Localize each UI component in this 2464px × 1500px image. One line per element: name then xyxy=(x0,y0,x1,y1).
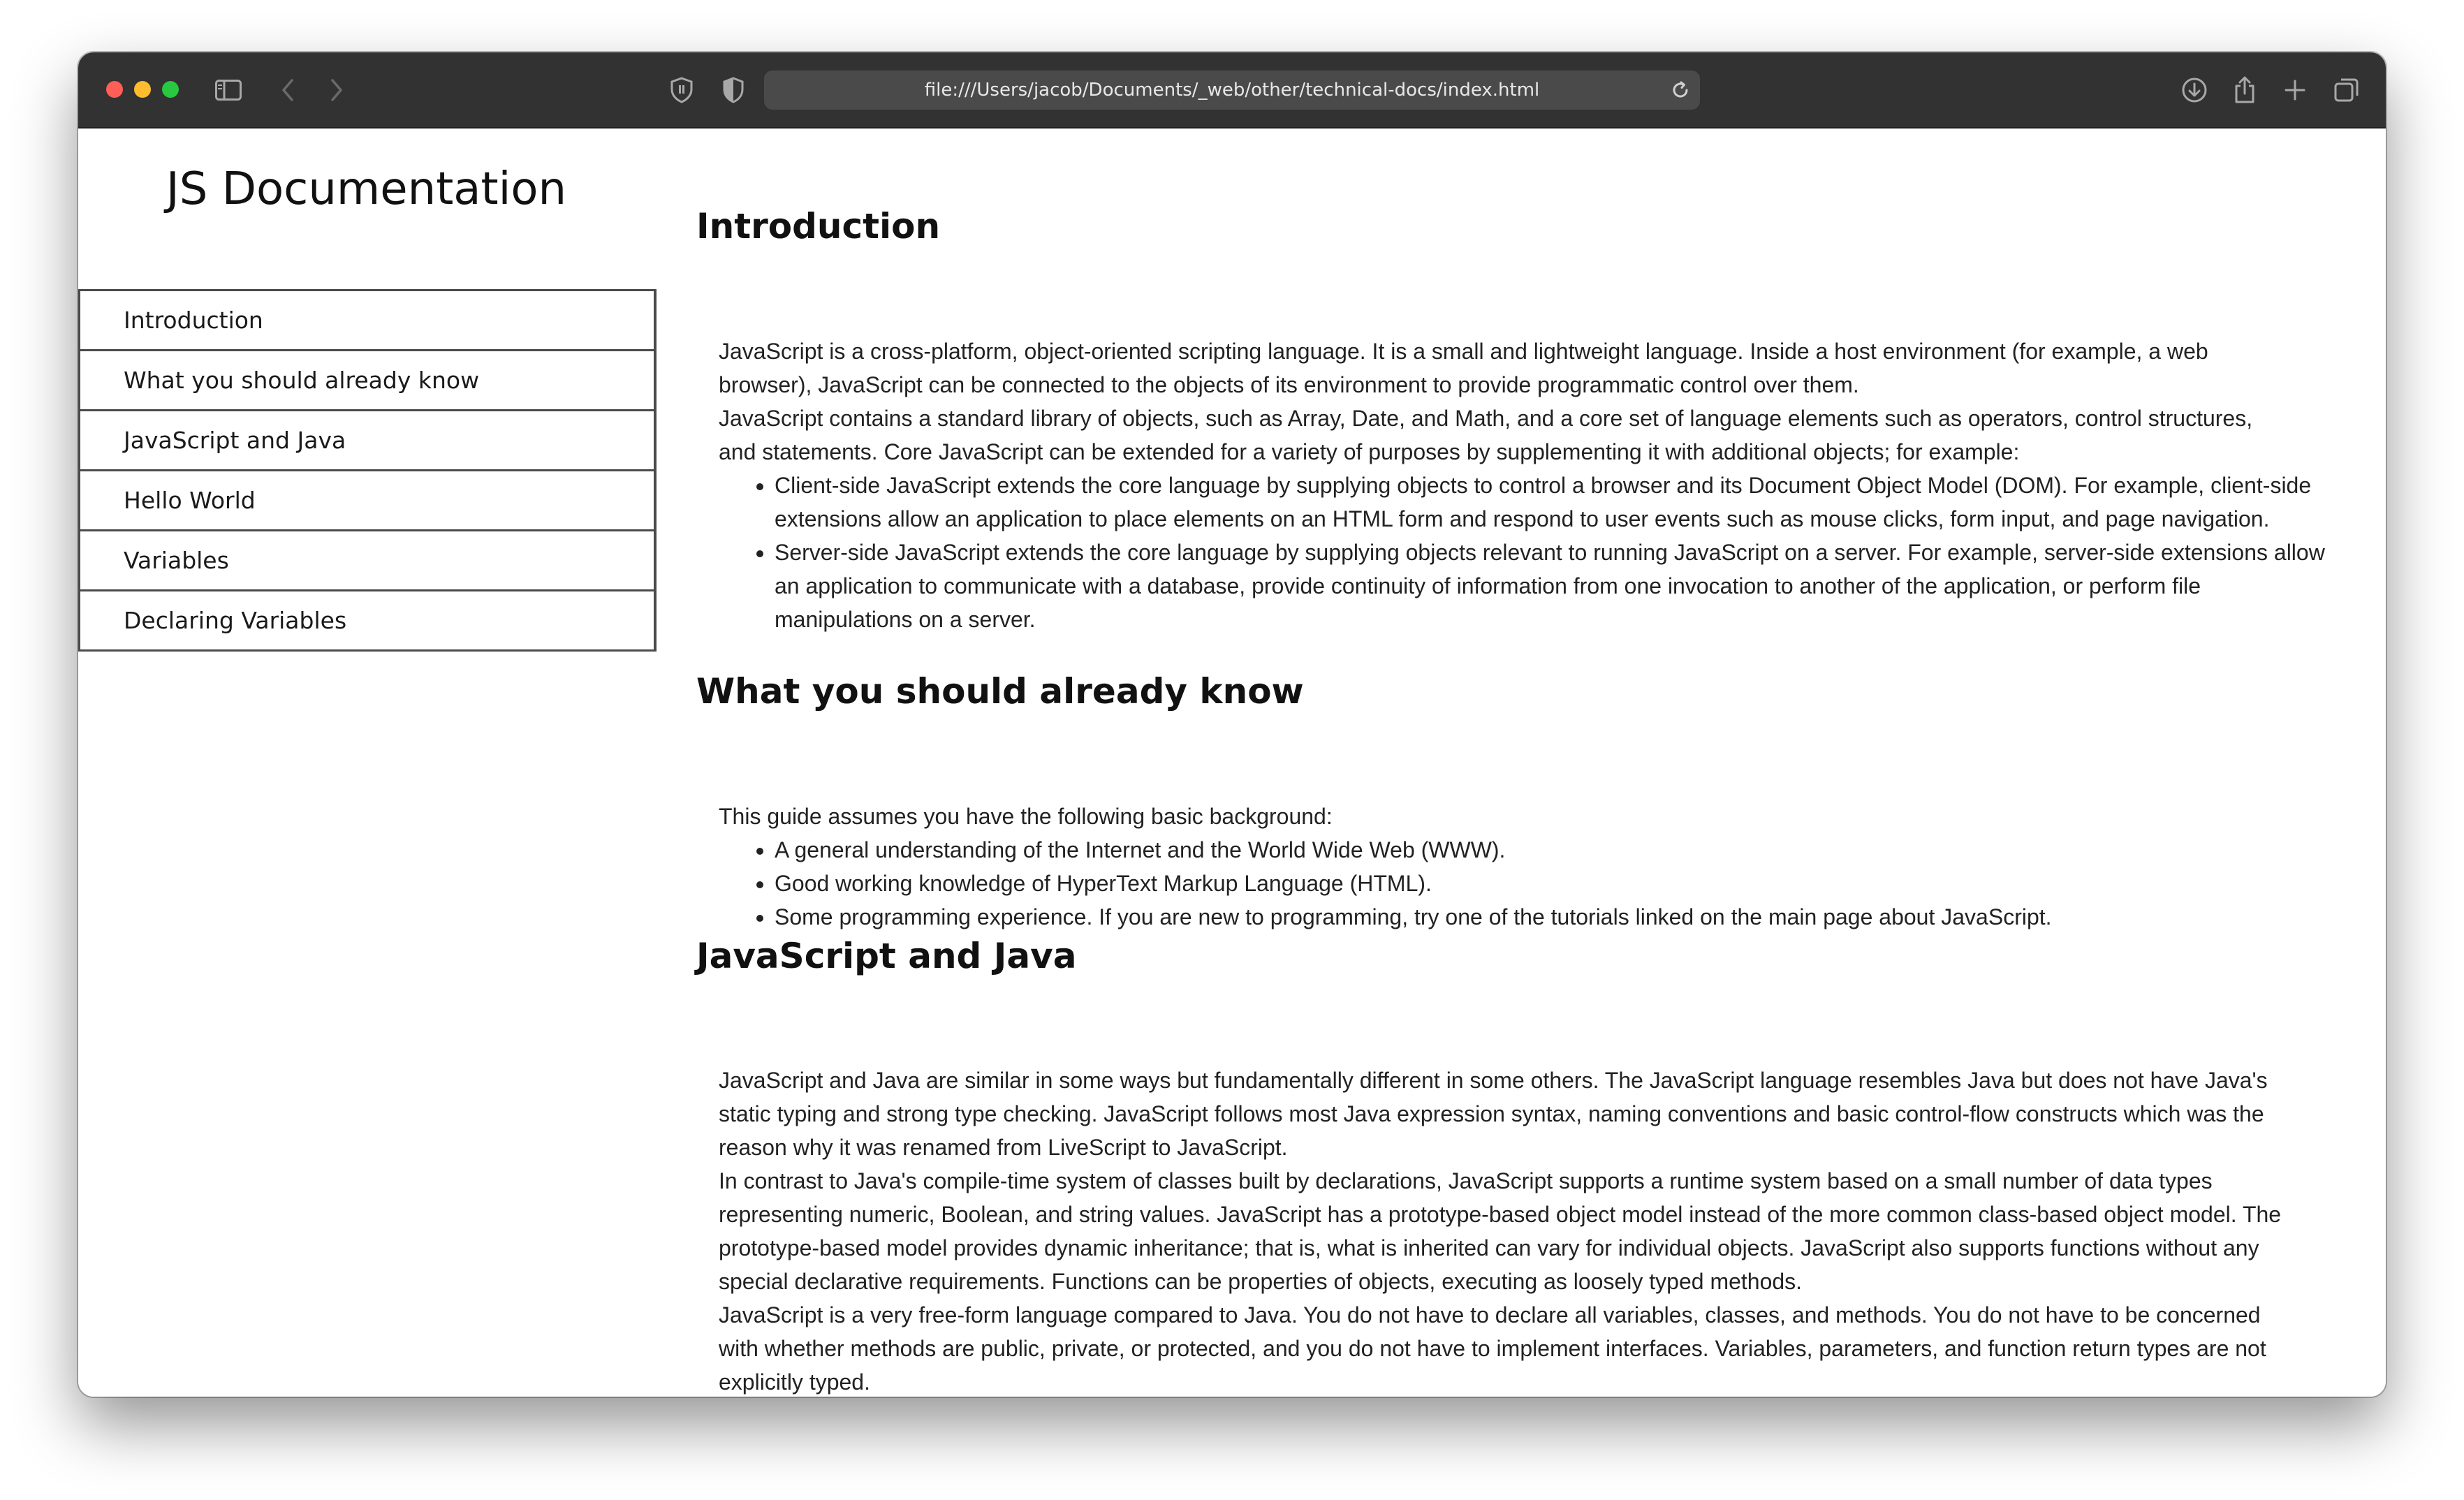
zoom-window-button[interactable] xyxy=(162,81,179,98)
list-item: Server-side JavaScript extends the core … xyxy=(775,536,2339,636)
know-bullet-list: A general understanding of the Internet … xyxy=(719,833,2339,934)
nav-link-javascript-and-java[interactable]: JavaScript and Java xyxy=(80,411,654,471)
half-shield-icon[interactable] xyxy=(718,52,749,127)
sidebar-toggle-icon[interactable] xyxy=(214,52,243,127)
new-tab-icon[interactable] xyxy=(2280,52,2310,127)
address-bar[interactable]: file:///Users/jacob/Documents/_web/other… xyxy=(764,71,1700,110)
site-title: JS Documentation xyxy=(166,163,567,215)
privacy-shield-icon[interactable] xyxy=(666,52,697,127)
close-window-button[interactable] xyxy=(106,81,123,98)
nav-list: Introduction What you should already kno… xyxy=(78,289,657,652)
nav-link-declaring-variables[interactable]: Declaring Variables xyxy=(80,591,654,649)
browser-window: file:///Users/jacob/Documents/_web/other… xyxy=(78,52,2386,1397)
section-heading-what-you-should-already-know: What you should already know xyxy=(696,671,1304,712)
nav-link-hello-world[interactable]: Hello World xyxy=(80,471,654,531)
minimize-window-button[interactable] xyxy=(134,81,151,98)
list-item: Client-side JavaScript extends the core … xyxy=(775,469,2339,536)
page-content: JS Documentation Introduction What you s… xyxy=(78,128,2386,1397)
list-item: Some programming experience. If you are … xyxy=(775,900,2339,934)
intro-paragraph: JavaScript is a cross-platform, object-o… xyxy=(719,339,2208,397)
back-icon[interactable] xyxy=(274,52,302,127)
forward-icon[interactable] xyxy=(323,52,351,127)
browser-toolbar: file:///Users/jacob/Documents/_web/other… xyxy=(78,52,2386,128)
url-text: file:///Users/jacob/Documents/_web/other… xyxy=(924,80,1540,101)
nav-link-variables[interactable]: Variables xyxy=(80,531,654,591)
intro-bullet-list: Client-side JavaScript extends the core … xyxy=(719,469,2339,636)
section-heading-introduction: Introduction xyxy=(696,206,941,247)
tab-overview-icon[interactable] xyxy=(2331,52,2362,127)
nav-link-introduction[interactable]: Introduction xyxy=(80,291,654,351)
reload-icon[interactable] xyxy=(1671,71,1690,110)
downloads-icon[interactable] xyxy=(2179,52,2210,127)
section-heading-javascript-and-java: JavaScript and Java xyxy=(696,936,1077,976)
know-paragraph: This guide assumes you have the followin… xyxy=(719,804,1333,829)
nav-link-what-you-should-already-know[interactable]: What you should already know xyxy=(80,351,654,411)
share-icon[interactable] xyxy=(2229,52,2260,127)
list-item: Good working knowledge of HyperText Mark… xyxy=(775,867,2339,900)
java-paragraph: JavaScript is a very free-form language … xyxy=(719,1302,2266,1395)
list-item: A general understanding of the Internet … xyxy=(775,833,2339,867)
java-paragraph: JavaScript and Java are similar in some … xyxy=(719,1068,2268,1160)
java-paragraph: In contrast to Java's compile-time syste… xyxy=(719,1168,2282,1294)
intro-paragraph: JavaScript contains a standard library o… xyxy=(719,406,2253,464)
